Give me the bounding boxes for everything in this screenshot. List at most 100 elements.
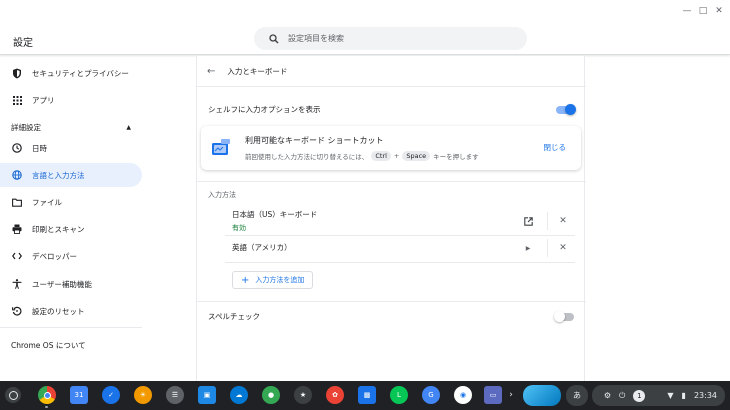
- news-app-icon[interactable]: ☰: [166, 386, 184, 404]
- key-plus: +: [393, 152, 400, 160]
- input-method-name: 日本語（US）キーボード: [232, 210, 318, 219]
- printer-icon: [11, 223, 23, 235]
- sidebar-item-label: 設定のリセット: [32, 306, 85, 316]
- settings-page: ← 入力とキーボード シェルフに入力オプションを表示 利用可能なキーボード ショ…: [196, 56, 586, 381]
- sidebar-item-label: ユーザー補助機能: [32, 279, 92, 289]
- remove-method-icon[interactable]: ✕: [556, 241, 570, 255]
- settings-icon: ⚙: [603, 391, 612, 400]
- banner-desc-prefix: 前回使用した入力方法に切り替えるには、: [245, 153, 369, 161]
- add-input-method-button[interactable]: + 入力方法を追加: [232, 271, 314, 289]
- sidebar-item-developers[interactable]: デベロッパー: [0, 244, 142, 268]
- sidebar-item-label: 印刷とスキャン: [32, 224, 85, 234]
- clock-time: 23:34: [693, 391, 717, 400]
- line-app-icon[interactable]: L: [390, 386, 408, 404]
- advanced-section-toggle[interactable]: 詳細設定 ▲: [11, 122, 131, 133]
- remove-method-icon[interactable]: ✕: [556, 214, 570, 228]
- caret-up-icon: ▲: [126, 124, 131, 131]
- subpage-header: ← 入力とキーボード: [207, 66, 287, 77]
- globe-icon: [11, 169, 23, 181]
- files-app-icon[interactable]: ▩: [358, 386, 376, 404]
- banner-description: 前回使用した入力方法に切り替えるには、 Ctrl + Space キーを押します: [245, 151, 479, 161]
- sidebar-item-files[interactable]: ファイル: [0, 190, 142, 214]
- power-icon: ⏻: [619, 390, 626, 400]
- cloud-app-icon[interactable]: ☁: [230, 386, 248, 404]
- clock-icon: [11, 142, 23, 154]
- status-tray[interactable]: ⚙ ⏻ 1 ▼ ▮ 23:34: [595, 385, 725, 406]
- subpage-title: 入力とキーボード: [227, 67, 288, 76]
- banner-title: 利用可能なキーボード ショートカット: [245, 136, 384, 145]
- running-indicator: [45, 406, 48, 408]
- divider: [225, 262, 575, 263]
- plus-icon: +: [241, 274, 250, 286]
- toggle-knob: [565, 104, 576, 115]
- shelf: 31 ✓ ☀ ☰ ▣ ☁ ● ★ ✿ ▩ L G ◉ ▭ › あ ▯ ⚙ ⏻ 1…: [0, 381, 730, 410]
- search-input[interactable]: [288, 34, 508, 43]
- shortcut-banner: 利用可能なキーボード ショートカット 前回使用した入力方法に切り替えるには、 C…: [201, 126, 581, 170]
- divider: [197, 86, 586, 87]
- accessibility-icon: [11, 278, 23, 290]
- search-box[interactable]: [254, 27, 527, 50]
- weather-app-icon[interactable]: ☀: [134, 386, 152, 404]
- spell-check-toggle[interactable]: [554, 311, 574, 322]
- calendar-app-icon[interactable]: 31: [70, 386, 88, 404]
- camera-app-icon[interactable]: ◉: [454, 386, 472, 404]
- toggle-knob: [554, 311, 565, 322]
- folder-icon: [11, 196, 23, 208]
- sidebar-item-apps[interactable]: アプリ: [0, 88, 142, 112]
- shelf-overflow-icon[interactable]: ›: [502, 386, 520, 404]
- keyboard-shortcut-icon: [211, 138, 231, 156]
- advanced-label: 詳細設定: [11, 123, 41, 132]
- reset-icon: [11, 305, 23, 317]
- notification-count: 1: [633, 389, 646, 402]
- sidebar-item-about[interactable]: Chrome OS について: [11, 340, 86, 351]
- translate-app-icon[interactable]: G: [422, 386, 440, 404]
- key-chip-space: Space: [402, 151, 431, 161]
- launcher-icon[interactable]: [5, 387, 21, 403]
- settings-header: 設定: [0, 0, 730, 55]
- sidebar-item-languages[interactable]: 言語と入力方法: [0, 163, 142, 187]
- sidebar-item-reset[interactable]: 設定のリセット: [0, 299, 142, 323]
- spell-check-label: スペルチェック: [208, 312, 260, 321]
- person-app-icon[interactable]: ★: [294, 386, 312, 404]
- sidebar-item-accessibility[interactable]: ユーザー補助機能: [0, 272, 142, 296]
- chevron-right-icon[interactable]: ▶: [521, 241, 535, 255]
- code-icon: [11, 250, 23, 262]
- battery-icon: ▮: [681, 391, 686, 400]
- maps-app-icon[interactable]: ●: [262, 386, 280, 404]
- page-title: 設定: [13, 38, 33, 49]
- open-external-icon[interactable]: [521, 214, 535, 228]
- key-chip-ctrl: Ctrl: [371, 151, 391, 161]
- window-app-icon[interactable]: ▭: [484, 386, 502, 404]
- search-icon: [260, 33, 288, 44]
- input-method-status: 有効: [232, 224, 246, 232]
- separator: [547, 212, 548, 230]
- sidebar-item-label: ファイル: [32, 197, 62, 207]
- input-method-name: 英語（アメリカ）: [232, 243, 292, 252]
- sidebar-item-label: セキュリティとプライバシー: [32, 68, 129, 78]
- back-arrow-icon[interactable]: ←: [207, 66, 215, 77]
- sidebar-item-label: デベロッパー: [32, 251, 77, 261]
- check-app-icon[interactable]: ✓: [102, 386, 120, 404]
- shield-icon: [11, 67, 23, 79]
- banner-desc-suffix: キーを押します: [433, 153, 479, 161]
- sidebar-item-label: アプリ: [32, 95, 55, 105]
- sidebar-item-datetime[interactable]: 日時: [0, 136, 142, 160]
- holding-space-thumbnail[interactable]: [523, 385, 561, 406]
- shelf-input-option-label: シェルフに入力オプションを表示: [208, 105, 321, 114]
- divider: [197, 181, 586, 182]
- dismiss-banner-button[interactable]: 閉じる: [544, 142, 567, 153]
- add-input-method-label: 入力方法を追加: [255, 276, 305, 284]
- divider: [225, 235, 575, 236]
- sidebar-item-printing[interactable]: 印刷とスキャン: [0, 217, 142, 241]
- shelf-input-option-toggle[interactable]: [556, 104, 576, 115]
- store-app-icon[interactable]: ▣: [198, 386, 216, 404]
- chrome-app-icon[interactable]: [38, 386, 56, 404]
- apps-grid-icon: [11, 94, 23, 106]
- sidebar-item-security[interactable]: セキュリティとプライバシー: [0, 61, 142, 85]
- photos-app-icon[interactable]: ✿: [326, 386, 344, 404]
- sidebar-item-label: 日時: [32, 143, 47, 153]
- separator: [547, 239, 548, 257]
- input-methods-heading: 入力方法: [208, 191, 236, 199]
- divider: [197, 301, 586, 302]
- ime-indicator[interactable]: あ: [566, 385, 588, 406]
